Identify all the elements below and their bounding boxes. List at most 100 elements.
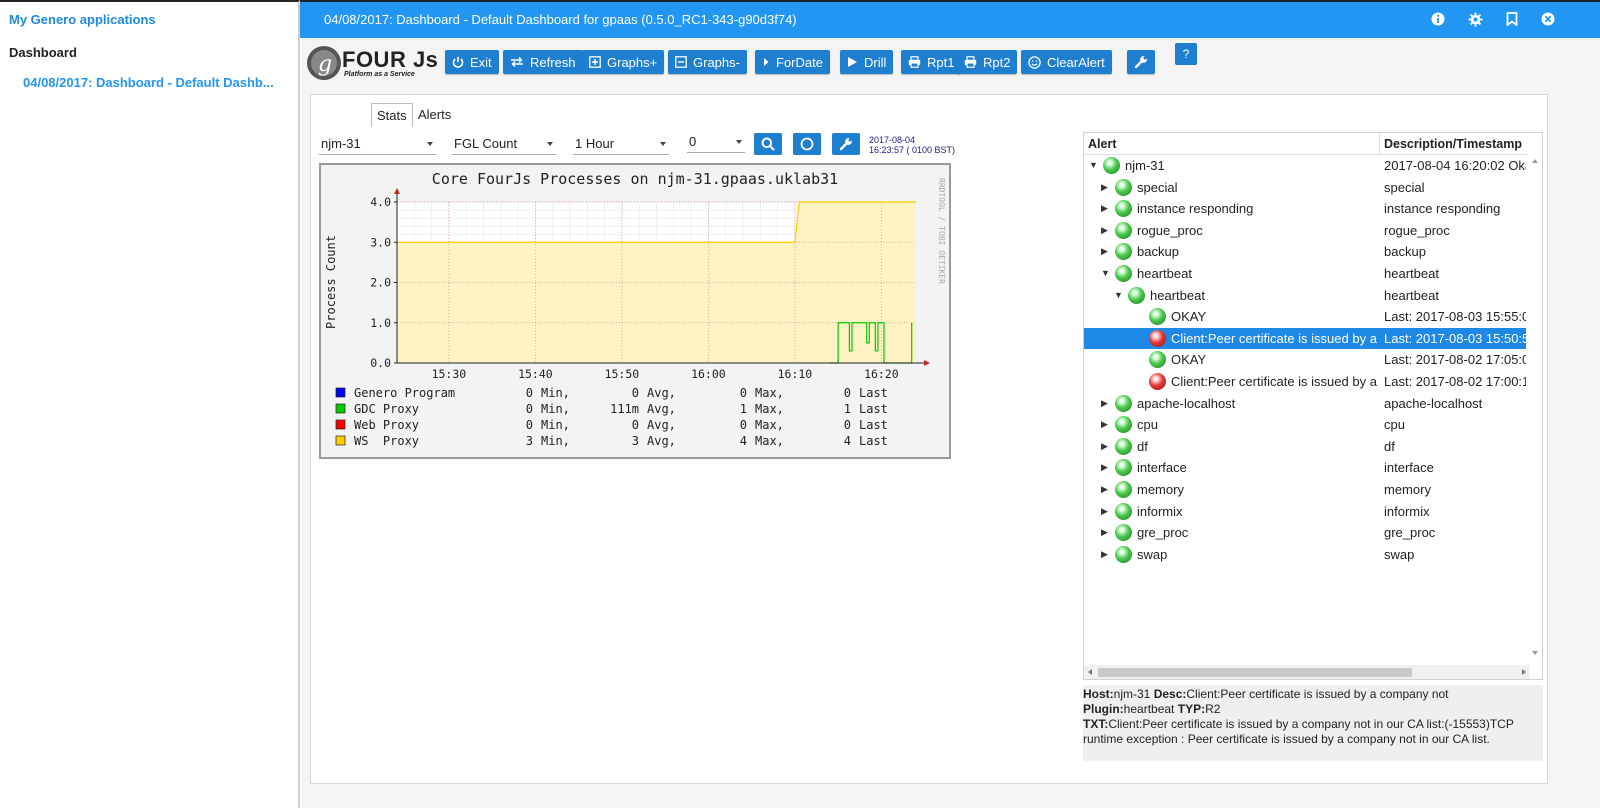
tree-row-label: instance responding [1137, 201, 1254, 217]
legend-min-value: 3 [526, 434, 533, 448]
tree-row[interactable]: Client:Peer certificate is issued by a c… [1084, 327, 1526, 350]
legend-max-word: Max, [755, 402, 784, 416]
tree-row-description: interface [1384, 460, 1434, 476]
tree-row[interactable]: ▶ instance responding instance responding [1084, 198, 1526, 220]
expand-toggle-icon[interactable]: ▶ [1101, 220, 1108, 241]
expand-toggle-icon[interactable]: ▶ [1101, 241, 1108, 262]
column-header-alert[interactable]: Alert [1084, 133, 1380, 155]
window-title: 04/08/2017: Dashboard - Default Dashboar… [324, 12, 797, 27]
tree-row[interactable]: ▶ memory memory [1084, 479, 1526, 501]
tree-row-label: OKAY [1171, 309, 1207, 325]
tree-row-description: df [1384, 438, 1395, 454]
metric-select[interactable]: FGL Count [452, 135, 556, 155]
collapse-toggle-icon[interactable]: ▼ [1101, 263, 1110, 284]
gear-icon[interactable] [1467, 11, 1483, 27]
tree-row-description: Last: 2017-08-02 17:00:12 [1384, 374, 1526, 389]
tree-row[interactable]: ▶ df df [1084, 436, 1526, 458]
expand-toggle-icon[interactable]: ▶ [1101, 177, 1108, 198]
tree-row-label: special [1137, 179, 1178, 195]
sidebar-item-dashboard[interactable]: 04/08/2017: Dashboard - Default Dashb... [23, 75, 278, 90]
range-select[interactable]: 1 Hour [573, 135, 669, 155]
horizontal-scrollbar[interactable] [1084, 665, 1530, 679]
tree-row[interactable]: OKAY Last: 2017-08-02 17:05:02 [1084, 349, 1526, 371]
timestamp-time: 16:23:57 ( 0100 BST) [869, 145, 956, 155]
refresh-button[interactable]: Refresh [503, 50, 583, 74]
tree-row-label: informix [1137, 503, 1183, 519]
expand-toggle-icon[interactable]: ▶ [1101, 436, 1108, 457]
tab-alerts[interactable]: Alerts [413, 103, 456, 126]
tree-row-description: memory [1384, 482, 1431, 497]
tree-row[interactable]: ▶ apache-localhost apache-localhost [1084, 393, 1526, 415]
legend-max-value: 1 [740, 402, 747, 416]
rpt2-button[interactable]: Rpt2 [957, 50, 1018, 74]
graphs-minus-button[interactable]: Graphs- [668, 50, 747, 74]
fordate-button[interactable]: ForDate [755, 50, 830, 74]
tree-row-label: df [1137, 438, 1148, 454]
tree-row-description: special [1384, 179, 1425, 195]
chart-title: Core FourJs Processes on njm-31.gpaas.uk… [432, 170, 838, 188]
settings-wrench-button[interactable] [1127, 50, 1155, 74]
search-button[interactable] [754, 133, 782, 155]
expand-toggle-icon[interactable]: ▶ [1101, 414, 1108, 435]
status-green-icon [1115, 200, 1132, 218]
host-select[interactable]: njm-31 [319, 135, 436, 155]
legend-min-value: 0 [526, 386, 533, 400]
bookmark-icon[interactable] [1504, 11, 1520, 27]
details-line-3: TXT:Client:Peer certificate is issued by… [1083, 717, 1543, 747]
exit-button[interactable]: Exit [445, 50, 499, 74]
tree-row[interactable]: ▼ heartbeat heartbeat [1084, 263, 1526, 285]
rpt1-button[interactable]: Rpt1 [901, 50, 962, 74]
close-icon[interactable] [1540, 11, 1556, 27]
my-applications-link[interactable]: My Genero applications [9, 12, 156, 27]
vertical-scrollbar[interactable] [1528, 133, 1542, 667]
graphs-plus-button[interactable]: Graphs+ [582, 50, 665, 74]
caret-right-icon [762, 56, 770, 68]
collapse-toggle-icon[interactable]: ▼ [1114, 285, 1123, 306]
tab-stats[interactable]: Stats [371, 103, 413, 127]
expand-toggle-icon[interactable]: ▶ [1101, 522, 1108, 543]
tree-row[interactable]: Client:Peer certificate is issued by a c… [1084, 371, 1526, 393]
chevron-down-icon [736, 140, 742, 144]
legend-name: WS Proxy [354, 434, 419, 448]
logo-subtext: Platform as a Service [344, 71, 415, 78]
info-icon[interactable] [1430, 11, 1446, 27]
tree-row[interactable]: ▶ gre_proc gre_proc [1084, 522, 1526, 544]
expand-toggle-icon[interactable]: ▶ [1101, 198, 1108, 219]
alert-tree[interactable]: Alert Description/Timestamp ▼ njm-31 2017-… [1083, 132, 1543, 680]
drill-button[interactable]: Drill [840, 50, 894, 74]
offset-select[interactable]: 0 [687, 133, 745, 153]
tree-row[interactable]: ▶ rogue_proc rogue_proc [1084, 220, 1526, 242]
tree-row-description: swap [1384, 546, 1415, 562]
legend-last-value: 4 [844, 434, 851, 448]
tree-row[interactable]: ▶ cpu cpu [1084, 414, 1526, 436]
detail-key: TYP: [1177, 702, 1206, 716]
metric-select-value: FGL Count [454, 136, 518, 151]
help-button[interactable]: ? [1175, 43, 1197, 65]
expand-toggle-icon[interactable]: ▶ [1101, 544, 1108, 565]
legend-avg-word: Avg, [647, 402, 676, 416]
tree-row[interactable]: ▼ njm-31 2017-08-04 16:20:02 Okay [1084, 155, 1526, 177]
tree-row[interactable]: ▶ interface interface [1084, 457, 1526, 479]
expand-toggle-icon[interactable]: ▶ [1101, 457, 1108, 478]
legend-name: Web Proxy [354, 418, 419, 432]
dashboard-panel: Stats Alerts njm-31 FGL Count 1 Hour 0 2… [310, 94, 1548, 784]
column-header-description[interactable]: Description/Timestamp [1380, 133, 1530, 155]
tree-row[interactable]: ▶ swap swap [1084, 544, 1526, 566]
collapse-toggle-icon[interactable]: ▼ [1089, 155, 1098, 176]
tree-row[interactable]: ▶ special special [1084, 177, 1526, 199]
clearalert-button[interactable]: ClearAlert [1021, 50, 1112, 74]
tree-row[interactable]: ▶ informix informix [1084, 501, 1526, 523]
expand-toggle-icon[interactable]: ▶ [1101, 393, 1108, 414]
expand-toggle-icon[interactable]: ▶ [1101, 501, 1108, 522]
tree-row[interactable]: OKAY Last: 2017-08-03 15:55:03 [1084, 306, 1526, 328]
legend-avg-value: 3 [632, 434, 639, 448]
reset-button[interactable] [793, 133, 821, 155]
search-icon [761, 137, 775, 151]
tree-row[interactable]: ▼ heartbeat heartbeat [1084, 285, 1526, 307]
tree-row-description: rogue_proc [1384, 222, 1450, 238]
sidebar-section-dashboard[interactable]: Dashboard [9, 45, 77, 60]
scroll-thumb[interactable] [1098, 668, 1412, 677]
tree-row[interactable]: ▶ backup backup [1084, 241, 1526, 263]
expand-toggle-icon[interactable]: ▶ [1101, 479, 1108, 500]
configure-button[interactable] [832, 133, 860, 155]
